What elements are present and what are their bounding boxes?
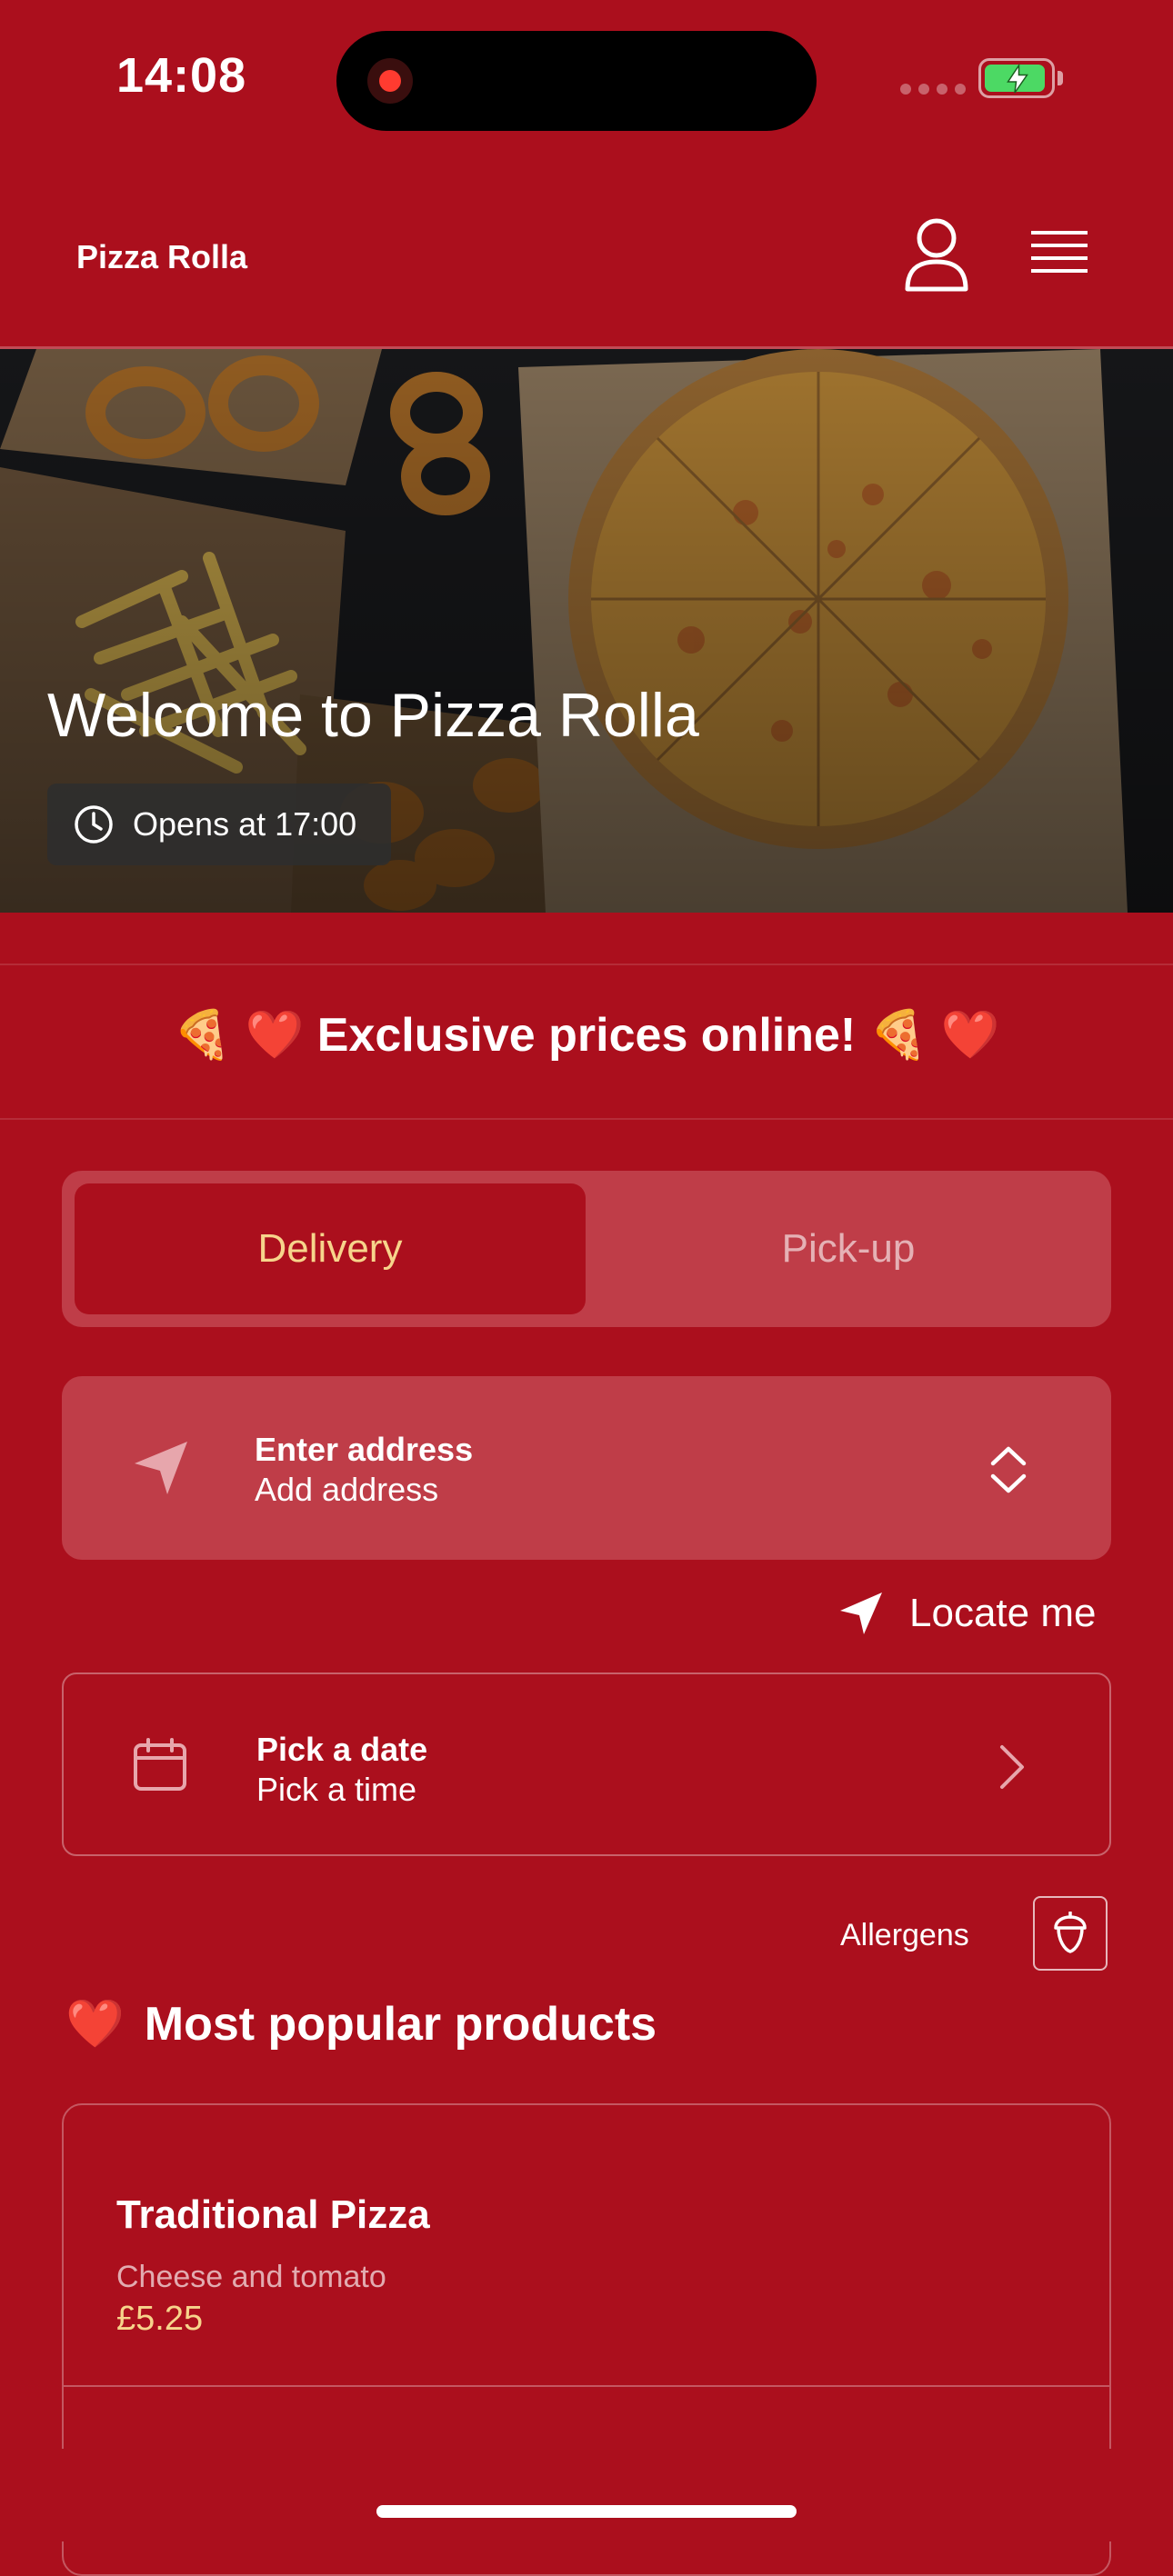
time-subtitle: Pick a time (256, 1771, 417, 1808)
record-icon (367, 58, 413, 104)
dynamic-island (336, 31, 817, 131)
home-indicator[interactable] (376, 2505, 797, 2518)
promo-divider-top (0, 964, 1173, 965)
user-icon (905, 218, 968, 292)
product-description: Cheese and tomato (116, 2260, 386, 2294)
battery-cap (1058, 71, 1063, 85)
hero-title: Welcome to Pizza Rolla (47, 681, 699, 750)
address-selector[interactable]: Enter address Add address (62, 1376, 1111, 1560)
locate-me-label: Locate me (909, 1591, 1097, 1635)
status-time: 14:08 (116, 48, 247, 103)
allergens-label[interactable]: Allergens (840, 1918, 969, 1953)
allergens-button[interactable] (1033, 1896, 1108, 1971)
section-heading: Most popular products (144, 1997, 657, 2051)
signal-icon (900, 84, 966, 95)
opening-hours-chip: Opens at 17:00 (47, 784, 391, 865)
menu-button[interactable] (1028, 225, 1091, 284)
acorn-icon (1054, 1912, 1087, 1953)
account-button[interactable] (900, 216, 973, 293)
section-title-popular: ❤️ Most popular products (65, 1996, 657, 2052)
menu-icon (1031, 231, 1088, 273)
order-mode-switch: Delivery Pick-up (62, 1171, 1111, 1327)
battery-icon (978, 58, 1055, 98)
heart-emoji: ❤️ (65, 1998, 125, 2051)
navigation-arrow-icon (135, 1442, 187, 1494)
product-price: £5.25 (116, 2300, 204, 2338)
address-title: Enter address (255, 1431, 474, 1468)
product-divider (64, 2385, 1109, 2387)
product-name: Traditional Pizza (116, 2192, 430, 2237)
opening-hours-text: Opens at 17:00 (133, 805, 357, 843)
calendar-icon (134, 1738, 186, 1791)
promo-banner: 🍕 ❤️ Exclusive prices online! 🍕 ❤️ (173, 1009, 1000, 1062)
clock-icon (75, 805, 113, 844)
tab-pickup[interactable]: Pick-up (598, 1183, 1098, 1314)
tab-delivery[interactable]: Delivery (75, 1183, 586, 1314)
address-subtitle: Add address (255, 1471, 439, 1508)
up-down-chevron-icon (990, 1446, 1027, 1493)
date-time-selector[interactable]: Pick a date Pick a time (62, 1672, 1111, 1856)
chevron-right-icon (1000, 1745, 1024, 1789)
date-title: Pick a date (256, 1731, 428, 1768)
location-arrow-icon (840, 1593, 882, 1634)
brand-name[interactable]: Pizza Rolla (76, 238, 247, 276)
bottom-safe-area (0, 2449, 1173, 2541)
locate-me-button[interactable]: Locate me (837, 1589, 1096, 1638)
promo-divider-bottom (0, 1118, 1173, 1120)
